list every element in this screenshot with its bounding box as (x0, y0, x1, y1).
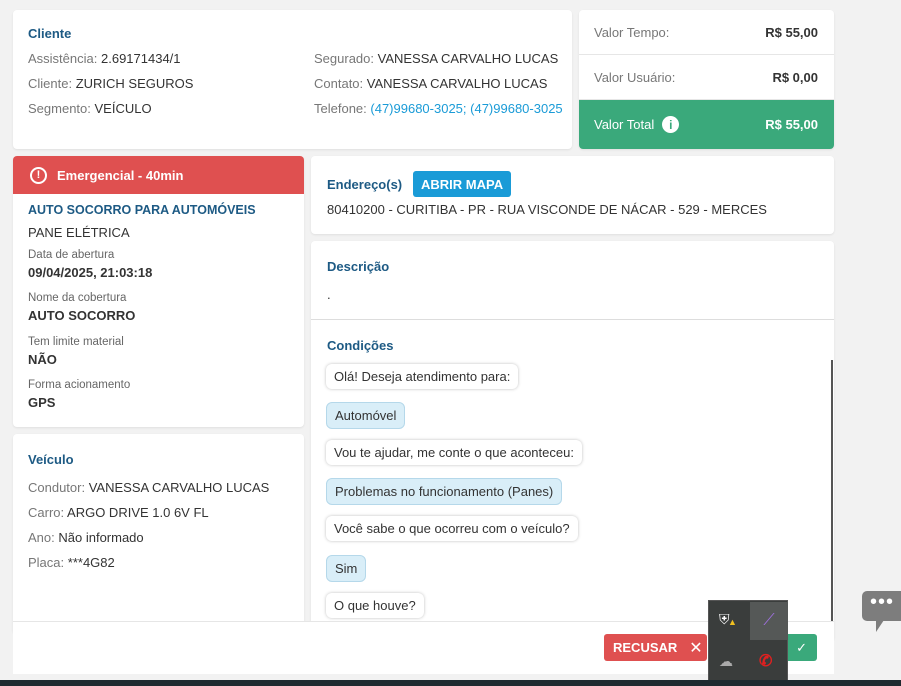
valor-total-label: Valor Total (594, 117, 655, 132)
condutor-field: Condutor: VANESSA CARVALHO LUCAS (28, 480, 269, 495)
refuse-button[interactable]: RECUSAR ✕ (604, 634, 707, 661)
address-title: Endereço(s) (327, 177, 403, 192)
label: Ano: (28, 530, 55, 545)
valor-usuario: R$ 0,00 (772, 69, 818, 85)
chat-answer-bubble: Sim (326, 555, 367, 582)
label: Segmento: (28, 101, 91, 116)
cobertura-label: Nome da cobertura (28, 292, 127, 304)
forma-label: Forma acionamento (28, 379, 131, 391)
valor-usuario-label: Valor Usuário: (594, 69, 676, 85)
divider (311, 319, 834, 320)
chat-widget-tail (876, 620, 884, 632)
label: Placa: (28, 555, 65, 570)
alert-circle-icon: ! (30, 166, 47, 184)
vehicle-title: Veículo (28, 452, 74, 467)
value: Não informado (58, 530, 144, 545)
conditions-title: Condições (327, 338, 394, 353)
segmento-field: Segmento: VEÍCULO (28, 101, 152, 116)
feather-icon[interactable]: ⟋ (750, 602, 788, 640)
contato-field: Contato: VANESSA CARVALHO LUCAS (314, 76, 547, 91)
client-title: Cliente (28, 26, 72, 41)
service-subtitle: PANE ELÉTRICA (28, 225, 130, 240)
address-card: Endereço(s) ABRIR MAPA 80410200 - CURITI… (311, 156, 834, 234)
description-value: . (327, 287, 331, 302)
value: 2.69171434/1 (101, 51, 181, 66)
value: ***4G82 (67, 555, 115, 570)
label: Contato: (314, 76, 364, 91)
check-icon: ✓ (796, 639, 807, 655)
chat-question-bubble: O que houve? (326, 593, 424, 618)
security-shield-icon[interactable]: ⛨ ▲ (719, 611, 737, 629)
label: Segurado: (314, 51, 374, 66)
chat-question-bubble: Você sabe o que ocorreu com o veículo? (326, 516, 578, 541)
cobertura-value: AUTO SOCORRO (28, 308, 136, 323)
value: VANESSA CARVALHO LUCAS (88, 480, 270, 495)
chat-answer-bubble: Automóvel (326, 402, 406, 429)
close-icon: ✕ (689, 639, 703, 657)
chat-question-bubble: Olá! Deseja atendimento para: (326, 364, 519, 389)
value: VANESSA CARVALHO LUCAS (377, 51, 559, 66)
value: ARGO DRIVE 1.0 6V FL (67, 505, 209, 520)
value: VEÍCULO (94, 101, 152, 116)
emergency-label: Emergencial - 40min (57, 167, 184, 183)
values-card: Valor Tempo: R$ 55,00 Valor Usuário: R$ 0,… (579, 10, 834, 149)
label: Telefone: (314, 101, 367, 116)
label: Condutor: (28, 480, 86, 495)
data-label: Data de abertura (28, 249, 115, 261)
taskbar (0, 680, 901, 686)
value: VANESSA CARVALHO LUCAS (366, 76, 548, 91)
vehicle-card: Veículo Condutor: VANESSA CARVALHO LUCAS… (13, 434, 304, 634)
cloud-off-icon[interactable]: ☁ (719, 653, 733, 670)
system-tray-popup: ⛨ ▲ ⟋ ☁ ✆ (708, 600, 788, 686)
carro-field: Carro: ARGO DRIVE 1.0 6V FL (28, 505, 209, 520)
description-title: Descrição (327, 259, 390, 274)
hangup-icon[interactable]: ✆ (759, 651, 772, 671)
value: ZURICH SEGUROS (75, 76, 194, 91)
limite-value: NÃO (28, 352, 57, 367)
open-map-button[interactable]: ABRIR MAPA (413, 171, 512, 197)
client-card: Cliente Assistência: 2.69171434/1 Client… (13, 10, 572, 149)
label: Cliente: (28, 76, 73, 91)
chat-answer-bubble: Problemas no funcionamento (Panes) (326, 478, 563, 505)
service-card: ! Emergencial - 40min AUTO SOCORRO PARA … (13, 156, 304, 427)
ano-field: Ano: Não informado (28, 530, 144, 545)
label: Assistência: (28, 51, 98, 66)
limite-label: Tem limite material (28, 336, 124, 348)
forma-value: GPS (28, 395, 56, 410)
refuse-label: RECUSAR (613, 640, 678, 655)
valor-tempo-label: Valor Tempo: (594, 24, 670, 40)
phone-link[interactable]: (47)99680-3025; (47)99680-3025 (370, 101, 562, 116)
telefone-field: Telefone: (47)99680-3025; (47)99680-3025 (314, 101, 563, 116)
data-value: 09/04/2025, 21:03:18 (28, 265, 153, 280)
service-title: AUTO SOCORRO PARA AUTOMÓVEIS (28, 203, 256, 217)
valor-tempo: R$ 55,00 (765, 24, 818, 40)
address-value: 80410200 - CURITIBA - PR - RUA VISCONDE … (327, 202, 767, 217)
segurado-field: Segurado: VANESSA CARVALHO LUCAS (314, 51, 558, 66)
assistencia-field: Assistência: 2.69171434/1 (28, 51, 181, 66)
emergency-badge: ! Emergencial - 40min (13, 156, 304, 194)
scrollbar[interactable] (831, 360, 833, 622)
label: Carro: (28, 505, 65, 520)
info-icon[interactable]: i (662, 116, 680, 133)
chat-widget-icon[interactable]: ••• (862, 591, 901, 621)
cliente-field: Cliente: ZURICH SEGUROS (28, 76, 193, 91)
placa-field: Placa: ***4G82 (28, 555, 115, 570)
chat-question-bubble: Vou te ajudar, me conte o que aconteceu: (326, 440, 582, 465)
valor-total: R$ 55,00 (765, 117, 818, 132)
